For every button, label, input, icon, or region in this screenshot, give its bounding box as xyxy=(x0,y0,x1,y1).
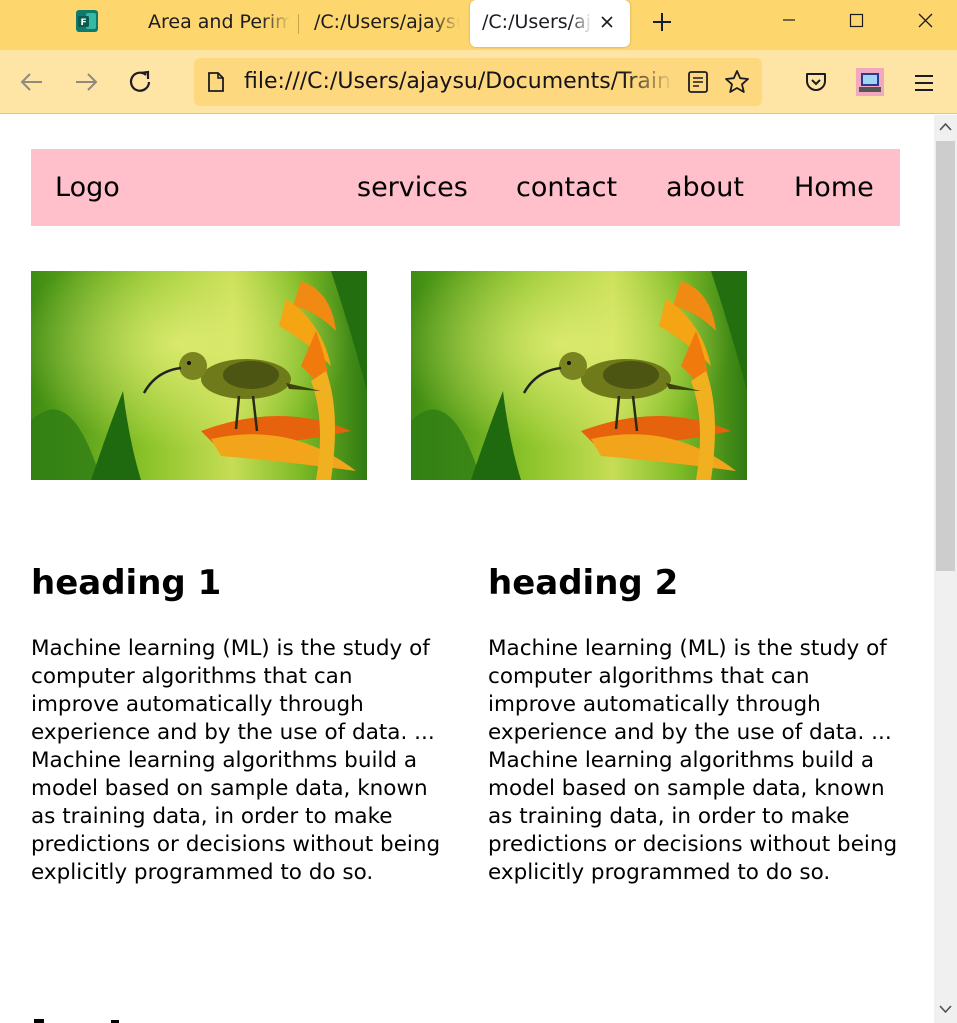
tab-area-perimeter[interactable]: Area and Perimeter xyxy=(130,0,290,46)
tab-separator xyxy=(298,14,299,34)
minimize-icon[interactable] xyxy=(754,0,824,42)
url-text[interactable]: file:///C:/Users/ajaysu/Documents/Traini… xyxy=(244,58,674,106)
maximize-icon[interactable] xyxy=(821,0,891,42)
cut-off-content xyxy=(34,1019,119,1023)
new-tab-icon[interactable] xyxy=(650,10,674,34)
forward-icon[interactable] xyxy=(68,64,104,100)
tab-label: /C:/Users/ajaysu xyxy=(314,11,460,33)
bookmark-star-icon[interactable] xyxy=(724,69,750,95)
svg-text:F: F xyxy=(81,18,87,28)
content-section: heading 1 Machine learning (ML) is the s… xyxy=(31,561,451,887)
address-bar[interactable]: file:///C:/Users/ajaysu/Documents/Traini… xyxy=(194,58,762,106)
bird-photo xyxy=(31,271,367,480)
bird-photo xyxy=(411,271,747,480)
site-navbar: Logo services contact about Home xyxy=(31,149,900,226)
nav-link-services[interactable]: services xyxy=(357,149,468,226)
vertical-scrollbar[interactable] xyxy=(934,115,957,1023)
browser-toolbar: file:///C:/Users/ajaysu/Documents/Traini… xyxy=(0,50,957,114)
section-heading: heading 1 xyxy=(31,563,222,603)
page-icon xyxy=(208,72,224,92)
tab-file-1[interactable]: /C:/Users/ajaysu xyxy=(300,0,460,46)
back-icon[interactable] xyxy=(14,64,50,100)
reader-view-icon[interactable] xyxy=(686,70,710,94)
page-viewport: Logo services contact about Home heading… xyxy=(0,115,934,1023)
nav-link-about[interactable]: about xyxy=(666,149,744,226)
reload-icon[interactable] xyxy=(122,64,158,100)
content-section: heading 2 Machine learning (ML) is the s… xyxy=(488,561,908,887)
section-paragraph: Machine learning (ML) is the study of co… xyxy=(31,636,441,885)
site-logo[interactable]: Logo xyxy=(55,149,120,226)
menu-icon[interactable] xyxy=(912,71,936,95)
scrollbar-thumb[interactable] xyxy=(936,141,955,571)
tab-label: /C:/Users/ajaysu xyxy=(482,11,592,33)
tab-strip: F Area and Perimeter /C:/Users/ajaysu /C… xyxy=(0,0,957,50)
close-tab-icon[interactable] xyxy=(598,13,616,31)
nav-link-contact[interactable]: contact xyxy=(516,149,617,226)
section-paragraph: Machine learning (ML) is the study of co… xyxy=(488,636,898,885)
nav-link-home[interactable]: Home xyxy=(794,149,874,226)
pocket-icon[interactable] xyxy=(804,70,828,94)
forms-app-icon[interactable]: F xyxy=(76,10,98,32)
scroll-down-arrow-icon[interactable] xyxy=(934,997,957,1021)
close-window-icon[interactable] xyxy=(887,0,957,42)
profile-icon[interactable] xyxy=(856,68,884,96)
scroll-up-arrow-icon[interactable] xyxy=(934,115,957,139)
tab-file-active[interactable]: /C:/Users/ajaysu xyxy=(470,0,630,47)
tab-label: Area and Perimeter xyxy=(148,11,290,33)
section-heading: heading 2 xyxy=(488,563,679,603)
